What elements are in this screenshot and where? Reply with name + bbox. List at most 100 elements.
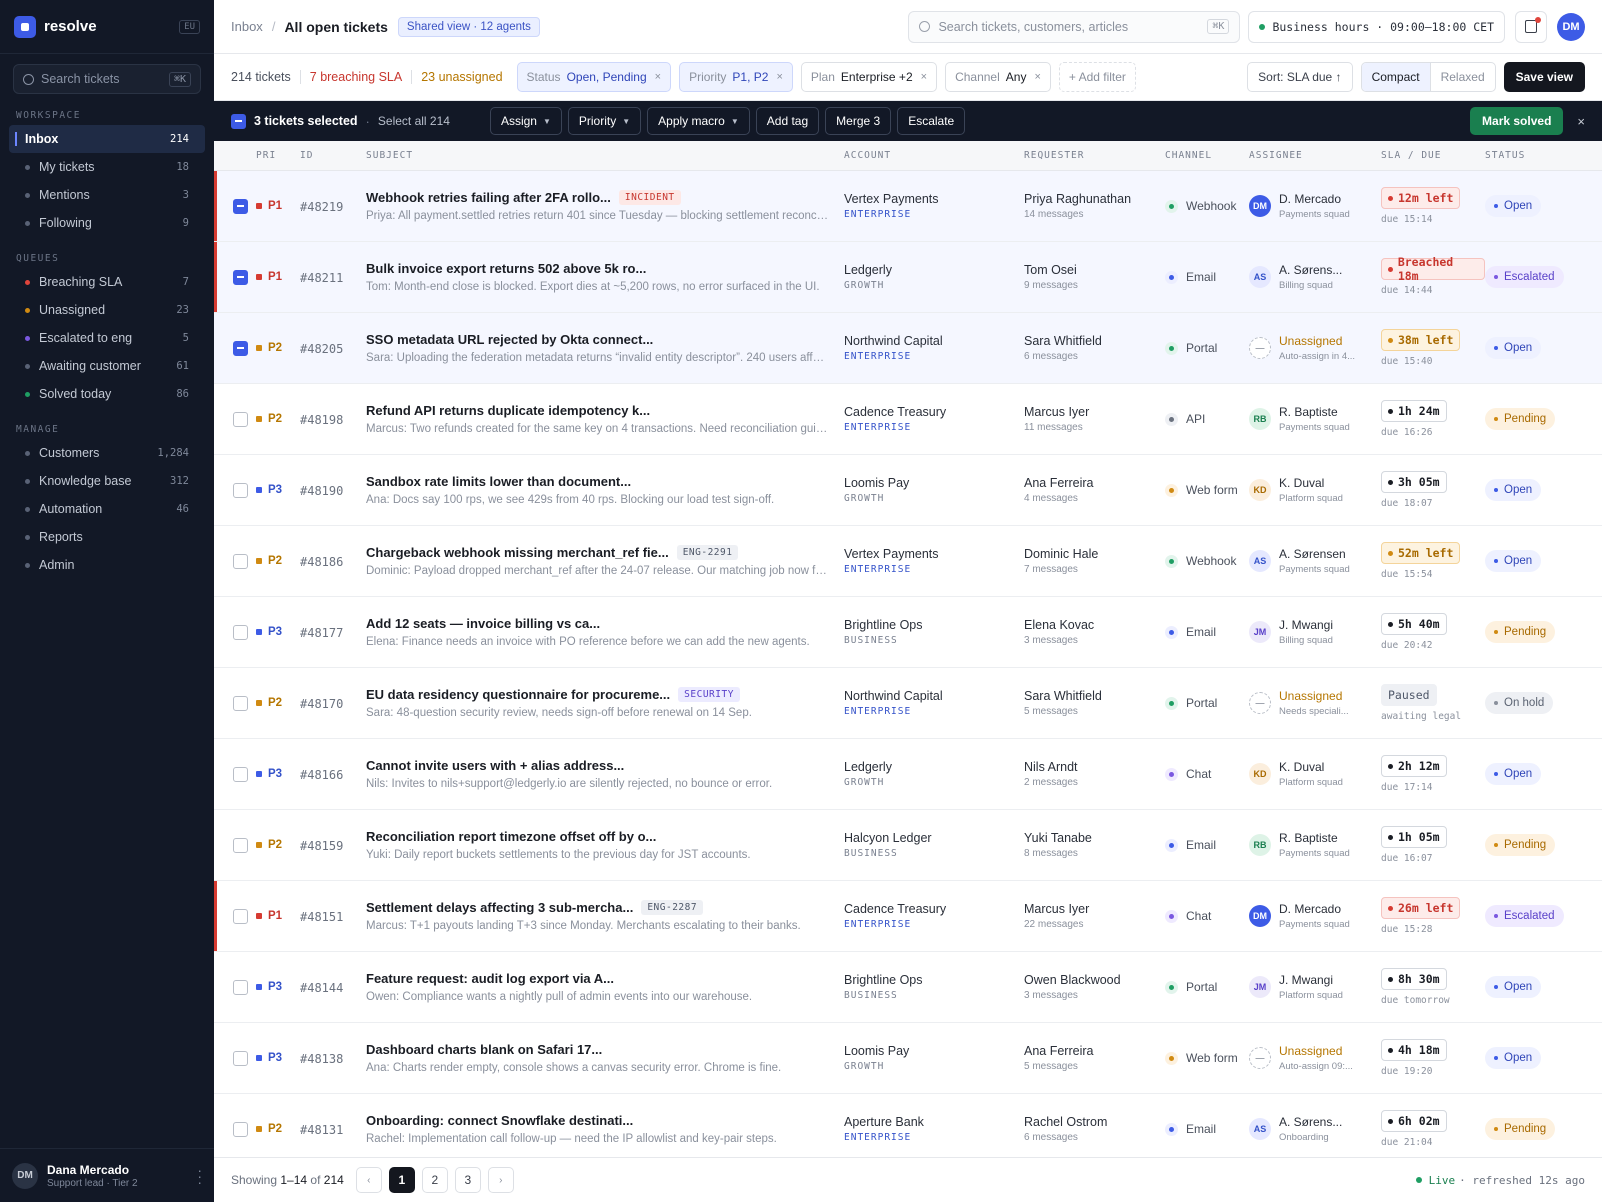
remove-filter-icon[interactable]: × — [776, 71, 782, 83]
col-assignee[interactable]: ASSIGNEE — [1249, 150, 1381, 161]
ticket-subject[interactable]: Settlement delays affecting 3 sub-mercha… — [366, 900, 844, 915]
account-name[interactable]: Ledgerly — [844, 263, 1024, 277]
requester-name[interactable]: Nils Arndt — [1024, 760, 1165, 774]
row-checkbox[interactable] — [233, 553, 248, 569]
assignee[interactable]: RB R. Baptiste Payments squad — [1249, 405, 1381, 433]
account-name[interactable]: Brightline Ops — [844, 973, 1024, 987]
status-badge[interactable]: Pending — [1485, 621, 1556, 643]
assignee[interactable]: KD K. Duval Platform squad — [1249, 476, 1381, 504]
status-badge[interactable]: Open — [1485, 763, 1542, 785]
ticket-subject[interactable]: Dashboard charts blank on Safari 17... — [366, 1042, 844, 1057]
save-view-button[interactable]: Save view — [1503, 62, 1585, 92]
requester-name[interactable]: Sara Whitfield — [1024, 689, 1165, 703]
status-badge[interactable]: Escalated — [1485, 905, 1564, 927]
account-name[interactable]: Aperture Bank — [844, 1115, 1024, 1129]
current-user[interactable]: DM Dana Mercado Support lead · Tier 2 · ·… — [0, 1148, 214, 1202]
table-row[interactable]: P3 #48166 Cannot invite users with + alias… — [214, 739, 1602, 810]
ticket-id[interactable]: #48144 — [300, 981, 343, 995]
add-filter-button[interactable]: + Add filter — [1058, 62, 1136, 92]
remove-filter-icon[interactable]: × — [655, 71, 661, 83]
sidebar-item-unassigned[interactable]: Unassigned 23 — [9, 296, 205, 324]
more-vertical-icon[interactable]: · · · — [197, 1163, 202, 1189]
status-badge[interactable]: Open — [1485, 1047, 1542, 1069]
assignee[interactable]: KD K. Duval Platform squad — [1249, 760, 1381, 788]
assignee[interactable]: JM J. Mwangi Billing squad — [1249, 618, 1381, 646]
ticket-id[interactable]: #48177 — [300, 626, 343, 640]
mark-solved-button[interactable]: Mark solved — [1470, 107, 1564, 135]
sort-button[interactable]: Sort: SLA due ↑ — [1247, 62, 1353, 92]
requester-name[interactable]: Elena Kovac — [1024, 618, 1165, 632]
status-badge[interactable]: Escalated — [1485, 266, 1564, 288]
status-badge[interactable]: Pending — [1485, 408, 1556, 430]
sidebar-item-inbox[interactable]: Inbox 214 — [9, 125, 205, 153]
assignee[interactable]: DM D. Mercado Payments squad — [1249, 192, 1381, 220]
ticket-subject[interactable]: Add 12 seats — invoice billing vs ca... — [366, 616, 844, 631]
requester-name[interactable]: Rachel Ostrom — [1024, 1115, 1165, 1129]
assignee[interactable]: AS A. Sørens... Onboarding — [1249, 1115, 1381, 1143]
row-checkbox[interactable] — [233, 766, 248, 782]
ticket-subject[interactable]: Webhook retries failing after 2FA rollo.… — [366, 190, 844, 205]
filter-chip-channel[interactable]: Channel Any × — [945, 62, 1051, 92]
remove-filter-icon[interactable]: × — [1034, 71, 1040, 83]
ticket-subject[interactable]: Feature request: audit log export via A.… — [366, 971, 844, 986]
account-name[interactable]: Halcyon Ledger — [844, 831, 1024, 845]
unassigned-count[interactable]: 23 unassigned — [421, 70, 502, 84]
ticket-id[interactable]: #48166 — [300, 768, 343, 782]
requester-name[interactable]: Marcus Iyer — [1024, 902, 1165, 916]
account-name[interactable]: Brightline Ops — [844, 618, 1024, 632]
assignee[interactable]: AS A. Sørens... Billing squad — [1249, 263, 1381, 291]
requester-name[interactable]: Dominic Hale — [1024, 547, 1165, 561]
col-priority[interactable]: PRI — [256, 150, 300, 161]
global-search-input[interactable]: Search tickets, customers, articles ⌘K — [908, 10, 1241, 43]
row-checkbox[interactable] — [233, 198, 248, 214]
requester-name[interactable]: Marcus Iyer — [1024, 405, 1165, 419]
status-badge[interactable]: Open — [1485, 337, 1542, 359]
col-id[interactable]: ID — [300, 150, 366, 161]
next-page-button[interactable]: › — [487, 1167, 514, 1193]
requester-name[interactable]: Ana Ferreira — [1024, 1044, 1165, 1058]
sidebar-item-escalated-to-eng[interactable]: Escalated to eng 5 — [9, 324, 205, 352]
ticket-tag[interactable]: ENG-2291 — [676, 545, 739, 560]
ticket-subject[interactable]: Onboarding: connect Snowflake destinati.… — [366, 1113, 844, 1128]
table-row[interactable]: P1 #48211 Bulk invoice export returns 502 … — [214, 242, 1602, 313]
col-requester[interactable]: REQUESTER — [1024, 150, 1165, 161]
table-row[interactable]: P3 #48144 Feature request: audit log expor… — [214, 952, 1602, 1023]
sidebar-item-knowledge-base[interactable]: Knowledge base 312 — [9, 467, 205, 495]
business-hours-indicator[interactable]: Business hours · 09:00–18:00 CET — [1248, 10, 1505, 43]
sidebar-item-customers[interactable]: Customers 1,284 — [9, 439, 205, 467]
table-row[interactable]: P1 #48151 Settlement delays affecting 3 su… — [214, 881, 1602, 952]
col-sla[interactable]: SLA / DUE — [1381, 150, 1485, 161]
priority-button[interactable]: Priority ▼ — [567, 107, 642, 135]
close-icon[interactable]: × — [1577, 114, 1585, 129]
row-checkbox[interactable] — [233, 1050, 248, 1066]
ticket-subject[interactable]: Reconciliation report timezone offset of… — [366, 829, 844, 844]
ticket-subject[interactable]: Bulk invoice export returns 502 above 5k… — [366, 261, 844, 276]
status-badge[interactable]: Pending — [1485, 1118, 1556, 1140]
status-badge[interactable]: Pending — [1485, 834, 1556, 856]
header-avatar[interactable]: DM — [1557, 12, 1585, 41]
escalate-button[interactable]: Escalate — [897, 107, 966, 135]
row-checkbox[interactable] — [233, 482, 248, 498]
density-compact[interactable]: Compact — [1361, 63, 1431, 91]
sidebar-item-breaching-sla[interactable]: Breaching SLA 7 — [9, 268, 205, 296]
row-checkbox[interactable] — [233, 1121, 248, 1137]
sidebar-item-mentions[interactable]: Mentions 3 — [9, 181, 205, 209]
sidebar-item-solved-today[interactable]: Solved today 86 — [9, 380, 205, 408]
ticket-subject[interactable]: Refund API returns duplicate idempotency… — [366, 403, 844, 418]
prev-page-button[interactable]: ‹ — [355, 1167, 382, 1193]
page-2-button[interactable]: 2 — [421, 1167, 448, 1193]
merge-3-button[interactable]: Merge 3 — [825, 107, 892, 135]
ticket-id[interactable]: #48205 — [300, 342, 343, 356]
ticket-id[interactable]: #48190 — [300, 484, 343, 498]
page-1-button[interactable]: 1 — [388, 1167, 415, 1193]
remove-filter-icon[interactable]: × — [921, 71, 927, 83]
ticket-id[interactable]: #48170 — [300, 697, 343, 711]
assignee[interactable]: RB R. Baptiste Payments squad — [1249, 831, 1381, 859]
requester-name[interactable]: Ana Ferreira — [1024, 476, 1165, 490]
requester-name[interactable]: Owen Blackwood — [1024, 973, 1165, 987]
ticket-id[interactable]: #48159 — [300, 839, 343, 853]
shared-view-badge[interactable]: Shared view · 12 agents — [397, 16, 540, 37]
status-badge[interactable]: Open — [1485, 976, 1542, 998]
sidebar-item-reports[interactable]: Reports — [9, 523, 205, 551]
account-name[interactable]: Loomis Pay — [844, 1044, 1024, 1058]
